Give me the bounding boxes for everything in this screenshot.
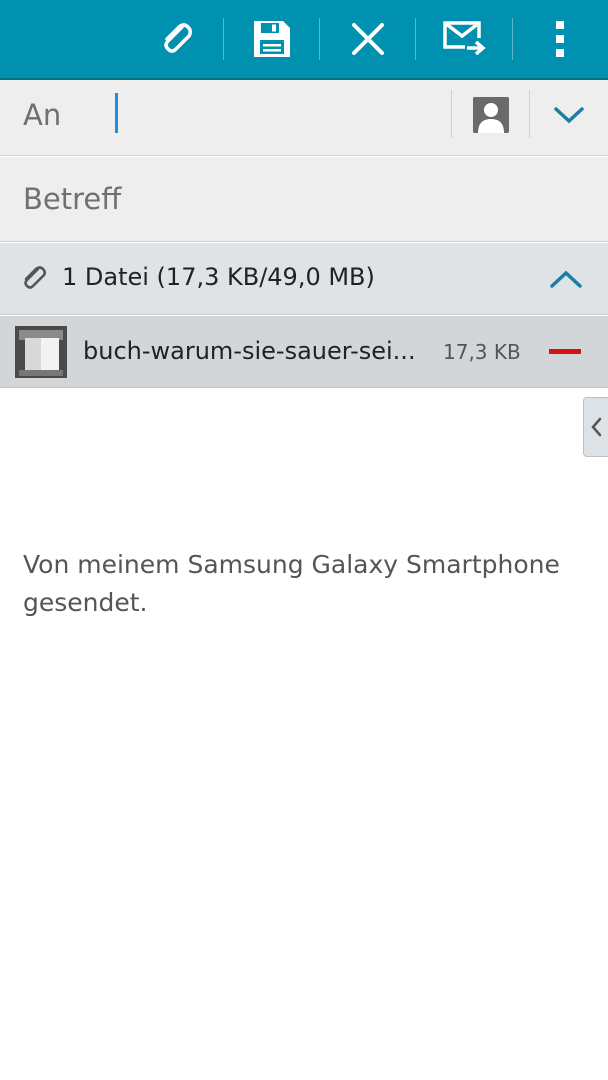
field-separator — [529, 90, 530, 138]
contacts-button[interactable] — [473, 97, 509, 133]
save-icon — [254, 21, 290, 57]
remove-attachment-button[interactable] — [545, 340, 587, 364]
more-options-button[interactable] — [530, 0, 590, 78]
send-button[interactable] — [428, 0, 502, 78]
paperclip-icon — [24, 266, 47, 289]
attachment-item[interactable]: buch-warum-sie-sauer-sei... 17,3 KB — [0, 316, 608, 388]
attachment-filesize: 17,3 KB — [443, 340, 521, 364]
subject-placeholder: Betreff — [23, 182, 122, 216]
file-thumbnail-image — [15, 326, 67, 378]
message-body[interactable]: Von meinem Samsung Galaxy Smartphone ges… — [23, 546, 593, 622]
attachment-filename: buch-warum-sie-sauer-sei... — [83, 337, 416, 365]
expand-recipients-button[interactable] — [550, 96, 588, 134]
collapse-attachments-button[interactable] — [546, 259, 586, 299]
discard-button[interactable] — [332, 0, 404, 78]
chevron-left-icon — [591, 417, 602, 437]
paperclip-icon — [164, 23, 193, 53]
toolbar-separator — [415, 18, 416, 60]
subject-field[interactable]: Betreff — [0, 157, 608, 242]
chevron-down-icon — [554, 107, 584, 124]
field-separator — [451, 90, 452, 138]
recipient-label: An — [23, 98, 62, 132]
minus-icon — [549, 349, 581, 354]
attachments-summary: 1 Datei (17,3 KB/49,0 MB) — [62, 263, 375, 291]
send-icon — [443, 21, 487, 59]
more-vert-icon — [556, 21, 564, 57]
save-button[interactable] — [236, 0, 308, 78]
signature-text: Von meinem Samsung Galaxy Smartphone ges… — [23, 550, 560, 617]
recipient-row: An — [0, 80, 608, 156]
attachments-header[interactable]: 1 Datei (17,3 KB/49,0 MB) — [0, 243, 608, 315]
close-icon — [352, 23, 384, 55]
attach-button[interactable] — [140, 0, 212, 78]
chevron-up-icon — [550, 270, 582, 288]
contact-icon — [473, 97, 509, 133]
recipient-input[interactable] — [110, 86, 445, 146]
side-panel-handle[interactable] — [583, 397, 608, 457]
toolbar-separator — [319, 18, 320, 60]
text-cursor — [115, 93, 118, 133]
attachment-thumbnail — [15, 326, 67, 378]
toolbar-separator — [512, 18, 513, 60]
toolbar-separator — [223, 18, 224, 60]
action-bar — [0, 0, 608, 80]
